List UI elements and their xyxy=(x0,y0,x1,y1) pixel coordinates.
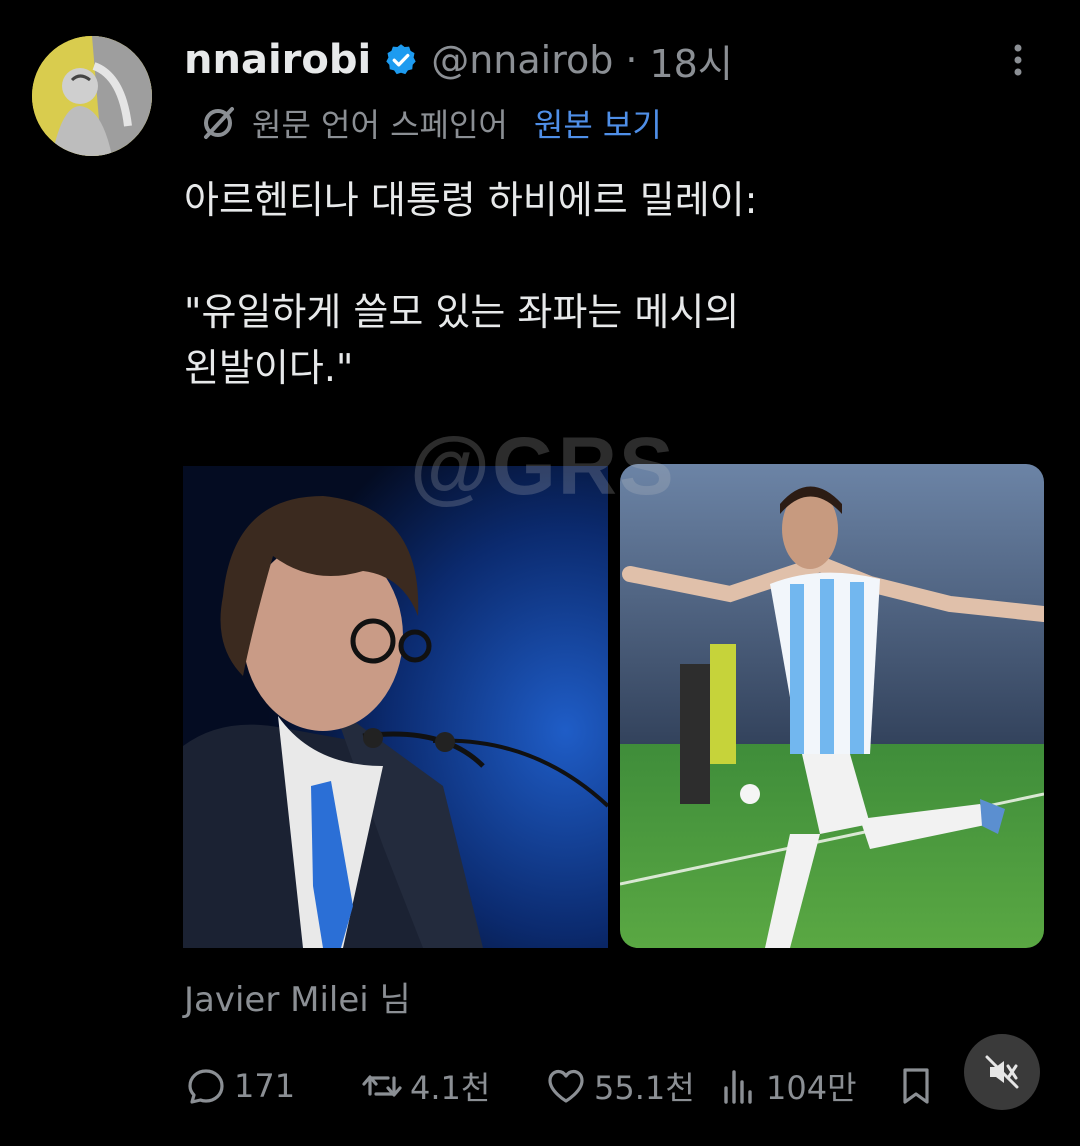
avatar-image xyxy=(32,36,152,156)
heart-icon xyxy=(548,1069,584,1103)
media-image-messi[interactable] xyxy=(620,464,1044,948)
milei-photo xyxy=(183,466,608,948)
repost-count: 4.1천 xyxy=(410,1069,491,1107)
sound-muted-icon xyxy=(985,1055,1019,1089)
views-button[interactable]: 104만 xyxy=(716,1056,857,1116)
post-text: 아르헨티나 대통령 하비에르 밀레이: "유일하게 쓸모 있는 좌파는 메시의 … xyxy=(184,178,758,390)
tweet-screen: nnairobi @nnairob · 18시 원문 언어 스페인어 원본 보기… xyxy=(0,0,1080,1146)
verified-badge-icon xyxy=(383,42,419,78)
post-header: nnairobi @nnairob · 18시 xyxy=(184,30,733,90)
bookmark-button[interactable] xyxy=(894,1056,938,1116)
media-caption: Javier Milei 님 xyxy=(184,980,411,1020)
repost-button[interactable]: 4.1천 xyxy=(360,1056,490,1116)
more-options-icon[interactable] xyxy=(1000,40,1036,80)
translation-row: 원문 언어 스페인어 원본 보기 xyxy=(198,100,662,146)
show-original-link[interactable]: 원본 보기 xyxy=(534,100,662,146)
reply-count: 171 xyxy=(234,1067,296,1105)
separator-dot: · xyxy=(625,38,638,82)
translation-label: 원문 언어 스페인어 xyxy=(252,106,508,144)
repost-icon xyxy=(362,1075,402,1097)
mute-toggle-button[interactable] xyxy=(964,1034,1040,1110)
views-count: 104만 xyxy=(766,1069,857,1107)
like-count: 55.1천 xyxy=(594,1069,695,1107)
reply-button[interactable]: 171 xyxy=(184,1056,295,1116)
post-time[interactable]: 18시 xyxy=(649,33,732,88)
action-bar: 171 4.1천 55.1천 104만 xyxy=(184,1056,944,1116)
user-handle[interactable]: @nnairob xyxy=(431,38,613,82)
display-name[interactable]: nnairobi xyxy=(184,37,371,83)
views-chart-icon xyxy=(724,1070,752,1104)
like-button[interactable]: 55.1천 xyxy=(544,1056,695,1116)
watermark: @GRS xyxy=(410,421,676,512)
bookmark-icon xyxy=(903,1068,929,1104)
translate-icon xyxy=(198,103,238,143)
avatar[interactable] xyxy=(32,36,152,156)
media-image-milei[interactable] xyxy=(183,466,608,948)
messi-photo xyxy=(620,464,1044,948)
reply-icon xyxy=(188,1069,224,1104)
